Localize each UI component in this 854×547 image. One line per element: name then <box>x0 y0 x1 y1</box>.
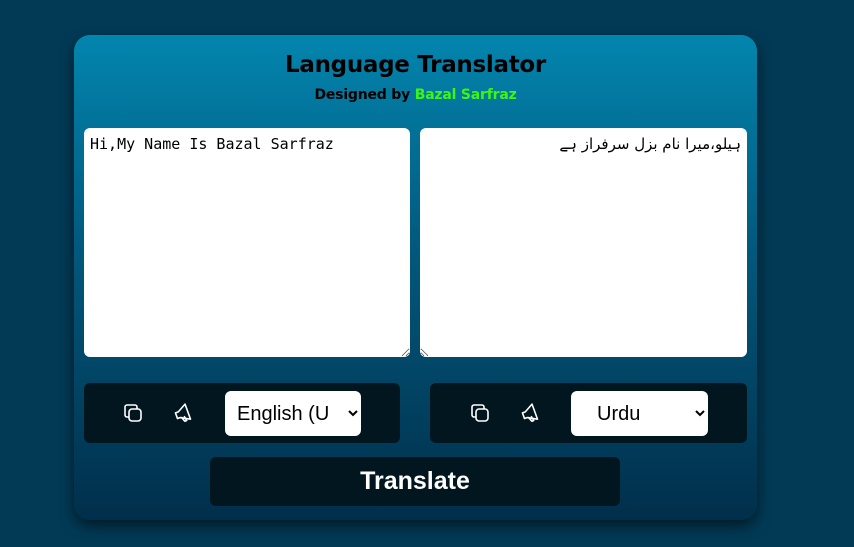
source-text-input[interactable]: Hi,My Name Is Bazal Sarfraz <box>84 128 410 357</box>
page-title: Language Translator <box>285 52 546 78</box>
source-language-select[interactable]: English (U <box>225 391 361 436</box>
designer-credit: Designed by Bazal Sarfraz <box>74 87 757 103</box>
translator-card: Language Translator Designed by Bazal Sa… <box>74 35 757 520</box>
target-text-output[interactable]: ہیلو،میرا نام بزل سرفراز ہے <box>420 128 747 357</box>
translate-button[interactable]: Translate <box>210 457 620 506</box>
credit-prefix: Designed by <box>314 87 415 103</box>
source-controls: English (U <box>84 383 400 443</box>
speaker-icon[interactable] <box>172 401 196 425</box>
target-language-select[interactable]: Urdu <box>571 391 708 436</box>
target-controls: Urdu <box>430 383 747 443</box>
copy-icon[interactable] <box>468 401 492 425</box>
speaker-icon[interactable] <box>519 401 543 425</box>
author-name: Bazal Sarfraz <box>414 87 517 103</box>
copy-icon[interactable] <box>121 401 145 425</box>
